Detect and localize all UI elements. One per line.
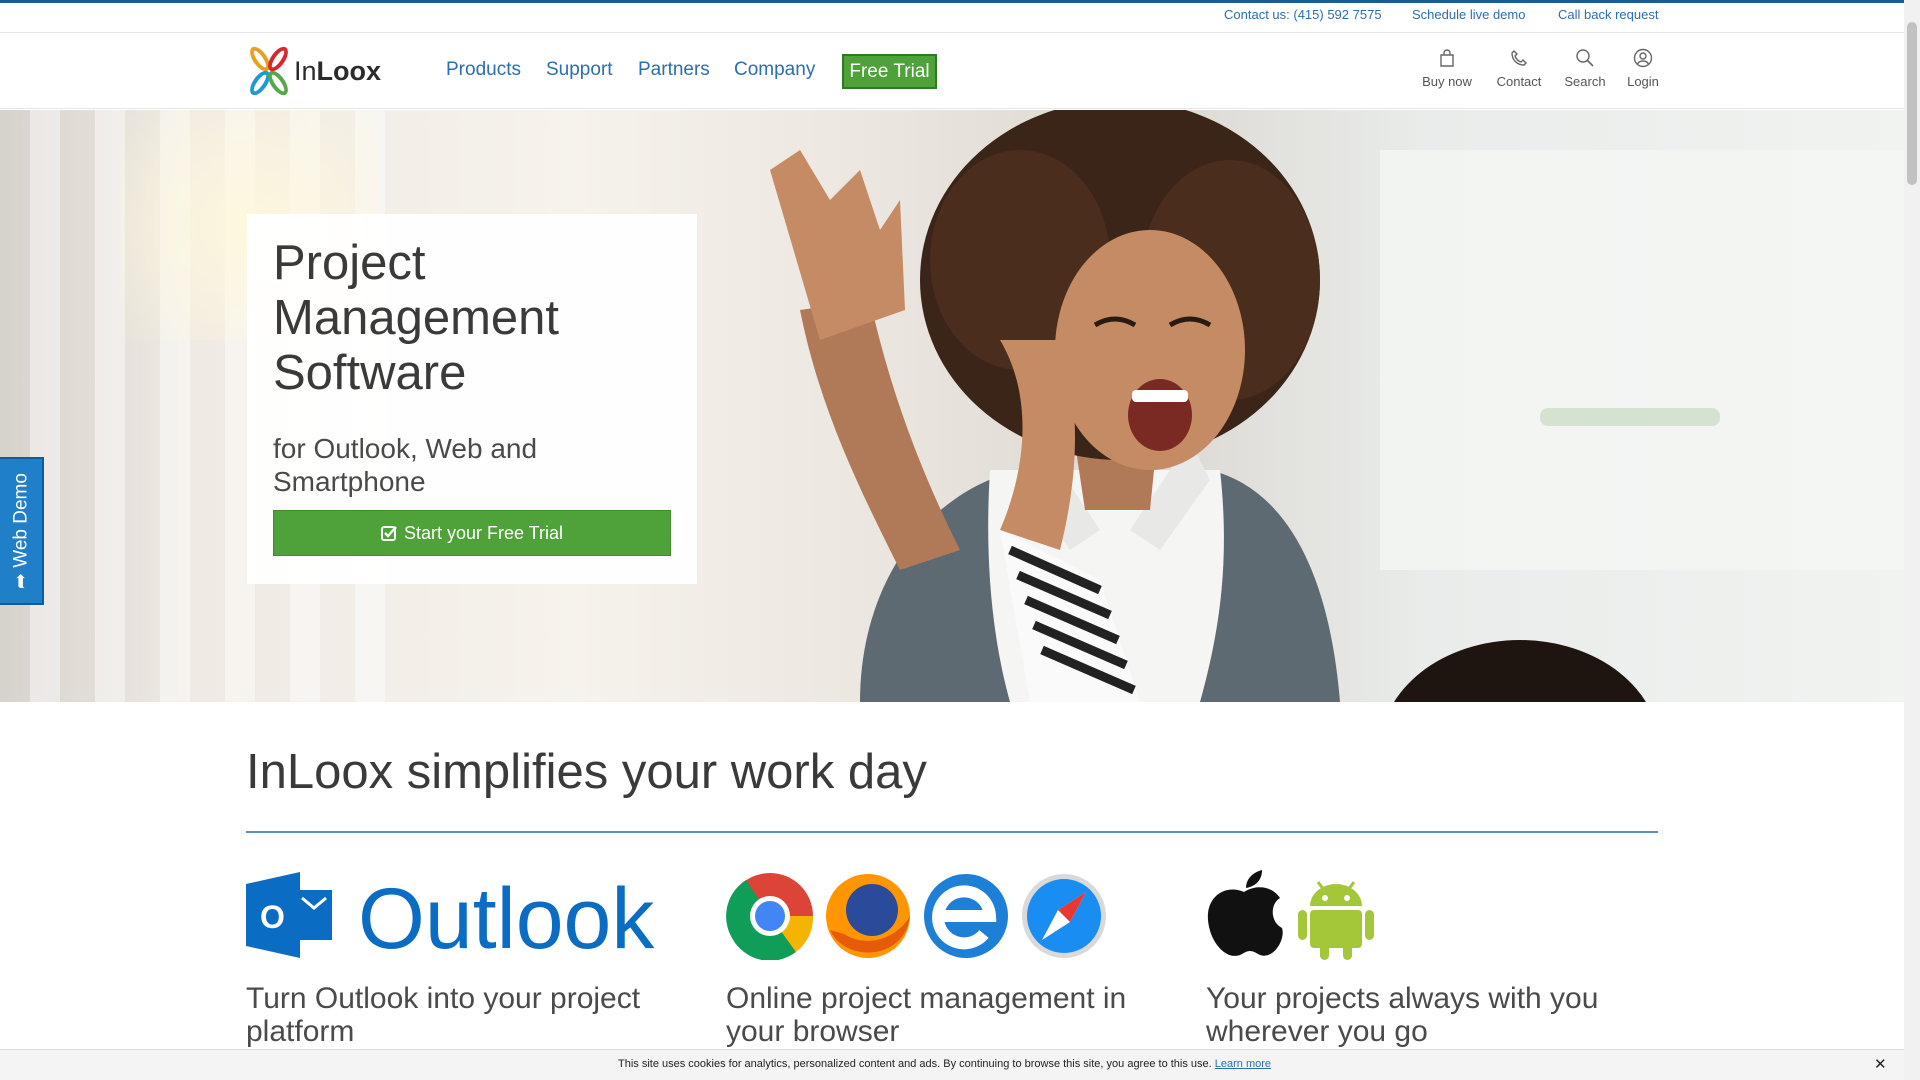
phone-icon bbox=[1511, 50, 1527, 66]
logo-wordmark: InLoox bbox=[294, 56, 382, 86]
web-demo-text: Web Demo bbox=[10, 473, 32, 568]
start-free-trial-button[interactable]: Start your Free Trial bbox=[273, 510, 671, 556]
contact-button[interactable]: Contact bbox=[1484, 48, 1554, 89]
nav-support[interactable]: Support bbox=[546, 59, 613, 81]
schedule-demo-link[interactable]: Schedule live demo bbox=[1412, 7, 1525, 22]
feature-mobile-text: Your projects always with you wherever y… bbox=[1206, 982, 1599, 1048]
feature-mobile: Your projects always with you wherever y… bbox=[1206, 870, 1646, 1048]
scrollbar-thumb[interactable] bbox=[1907, 22, 1917, 185]
browser-icons bbox=[726, 873, 1106, 961]
android-icon bbox=[1298, 881, 1374, 960]
utility-bar: Contact us: (415) 592 7575 Schedule live… bbox=[0, 3, 1904, 31]
feature-browser: Online project management in your browse… bbox=[726, 870, 1166, 1048]
start-free-trial-label: Start your Free Trial bbox=[403, 523, 564, 543]
hero-subtitle: for Outlook, Web and Smartphone bbox=[273, 433, 538, 497]
web-demo-label: ➦ Web Demo bbox=[10, 473, 33, 589]
outlook-wordmark: Outlook bbox=[358, 871, 655, 960]
login-label: Login bbox=[1627, 74, 1659, 89]
nav-partners[interactable]: Partners bbox=[638, 59, 710, 81]
edge-icon bbox=[924, 874, 1008, 958]
hero-title: Project Management Software bbox=[273, 236, 560, 400]
user-icon bbox=[1633, 48, 1653, 68]
cookie-notice-text: This site uses cookies for analytics, pe… bbox=[618, 1058, 1212, 1070]
login-button[interactable]: Login bbox=[1608, 48, 1678, 89]
apple-icon bbox=[1207, 870, 1283, 956]
share-arrow-icon: ➦ bbox=[10, 573, 32, 589]
feature-outlook: O Outlook Turn Outlook into your project… bbox=[246, 870, 686, 1048]
outlook-icon: O Outlook bbox=[246, 871, 655, 967]
cookie-notice: This site uses cookies for analytics, pe… bbox=[618, 1058, 1271, 1070]
outlook-logo: O Outlook bbox=[246, 870, 686, 967]
section-divider bbox=[246, 831, 1658, 833]
page-scrollbar[interactable] bbox=[1904, 0, 1920, 1080]
feature-outlook-text: Turn Outlook into your project platform bbox=[246, 982, 641, 1048]
shopping-bag-icon bbox=[1440, 49, 1454, 67]
outlook-o-letter: O bbox=[260, 899, 285, 935]
section-title: InLoox simplifies your work day bbox=[246, 745, 927, 799]
mobile-icons bbox=[1207, 870, 1374, 960]
chrome-icon bbox=[726, 873, 814, 961]
site-header: InLoox Products Support Partners Company… bbox=[0, 32, 1904, 109]
inloox-logo[interactable]: InLoox bbox=[246, 43, 406, 99]
inloox-logo-icon bbox=[250, 46, 288, 96]
cookie-banner: This site uses cookies for analytics, pe… bbox=[0, 1049, 1904, 1080]
free-trial-button[interactable]: Free Trial bbox=[842, 54, 937, 89]
checkbox-edit-icon bbox=[380, 526, 397, 541]
nav-company[interactable]: Company bbox=[734, 59, 815, 81]
cookie-close-icon[interactable]: ✕ bbox=[1874, 1055, 1887, 1073]
contact-phone-link[interactable]: Contact us: (415) 592 7575 bbox=[1224, 7, 1382, 22]
safari-icon bbox=[1022, 874, 1106, 958]
buy-now-label: Buy now bbox=[1422, 74, 1472, 89]
feature-browser-text: Online project management in your browse… bbox=[726, 982, 1127, 1048]
search-icon bbox=[1576, 49, 1594, 67]
web-demo-tab[interactable]: ➦ Web Demo bbox=[0, 457, 44, 605]
buy-now-button[interactable]: Buy now bbox=[1412, 48, 1482, 89]
mobile-logos bbox=[1206, 870, 1646, 960]
call-back-link[interactable]: Call back request bbox=[1558, 7, 1658, 22]
hero-banner: Project Management Software for Outlook,… bbox=[0, 110, 1904, 702]
browser-logos bbox=[726, 870, 1166, 961]
cookie-learn-more-link[interactable]: Learn more bbox=[1215, 1058, 1271, 1070]
nav-products[interactable]: Products bbox=[446, 59, 521, 81]
hero-card: Project Management Software for Outlook,… bbox=[247, 214, 697, 584]
firefox-icon bbox=[826, 874, 910, 958]
contact-label: Contact bbox=[1496, 74, 1542, 89]
